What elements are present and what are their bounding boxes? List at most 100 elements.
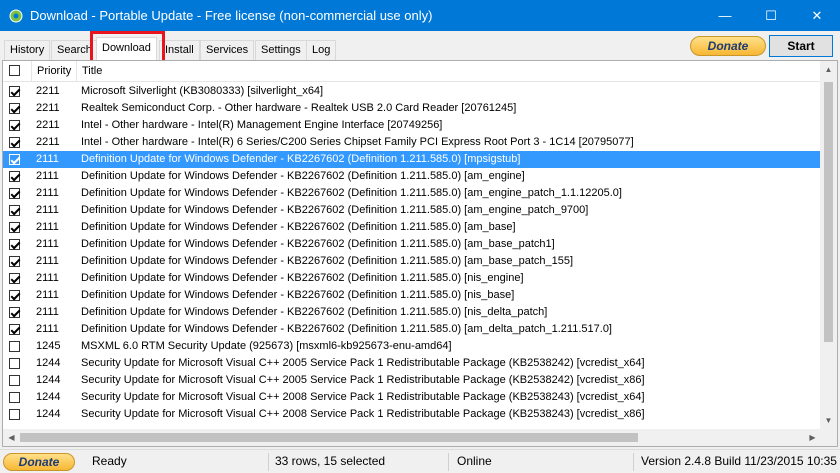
table-row[interactable]: 1244 Security Update for Microsoft Visual… — [3, 355, 821, 372]
table-row[interactable]: 2111 Definition Update for Windows Defend… — [3, 253, 821, 270]
row-title: Intel - Other hardware - Intel(R) 6 Seri… — [81, 136, 634, 148]
table-row[interactable]: 2111 Definition Update for Windows Defend… — [3, 270, 821, 287]
minimize-button[interactable]: — — [702, 0, 748, 31]
row-checkbox[interactable] — [9, 273, 20, 284]
row-checkbox-cell — [9, 103, 20, 117]
row-title: Security Update for Microsoft Visual C++… — [81, 408, 645, 420]
table-row[interactable]: 2111 Definition Update for Windows Defend… — [3, 202, 821, 219]
row-checkbox-cell — [9, 392, 20, 406]
row-checkbox[interactable] — [9, 154, 20, 165]
row-checkbox[interactable] — [9, 307, 20, 318]
row-checkbox[interactable] — [9, 188, 20, 199]
row-checkbox[interactable] — [9, 239, 20, 250]
row-title: Security Update for Microsoft Visual C++… — [81, 357, 645, 369]
table-row[interactable]: 2211 Intel - Other hardware - Intel(R) 6 … — [3, 134, 821, 151]
horizontal-scrollbar[interactable]: ◀ ▶ — [3, 429, 821, 446]
horizontal-scroll-thumb[interactable] — [20, 433, 638, 442]
row-priority: 2111 — [36, 187, 59, 199]
table-row[interactable]: 1244 Security Update for Microsoft Visual… — [3, 406, 821, 423]
row-checkbox[interactable] — [9, 256, 20, 267]
row-priority: 2211 — [36, 136, 60, 148]
status-rows-info: 33 rows, 15 selected — [275, 454, 386, 468]
row-checkbox[interactable] — [9, 171, 20, 182]
row-title: Intel - Other hardware - Intel(R) Manage… — [81, 119, 443, 131]
table-row[interactable]: 2111 Definition Update for Windows Defend… — [3, 151, 821, 168]
tab-settings[interactable]: Settings — [255, 40, 307, 60]
title-bar: Download - Portable Update - Free licens… — [0, 0, 840, 31]
row-checkbox[interactable] — [9, 86, 20, 97]
scroll-down-icon[interactable]: ▼ — [820, 412, 837, 429]
tab-search[interactable]: Search — [51, 40, 98, 60]
scroll-up-icon[interactable]: ▲ — [820, 61, 837, 78]
tab-download[interactable]: Download — [96, 37, 157, 60]
row-title: Definition Update for Windows Defender -… — [81, 221, 516, 233]
table-row[interactable]: 2211 Intel - Other hardware - Intel(R) Ma… — [3, 117, 821, 134]
row-checkbox[interactable] — [9, 290, 20, 301]
row-checkbox[interactable] — [9, 222, 20, 233]
row-checkbox-cell — [9, 188, 20, 202]
row-priority: 2211 — [36, 102, 60, 114]
row-checkbox[interactable] — [9, 392, 20, 403]
vertical-scroll-thumb[interactable] — [824, 82, 833, 342]
scroll-left-icon[interactable]: ◀ — [3, 429, 20, 446]
row-checkbox-cell — [9, 324, 20, 338]
row-checkbox[interactable] — [9, 103, 20, 114]
row-priority: 2111 — [36, 272, 59, 284]
row-checkbox-cell — [9, 358, 20, 372]
row-priority: 2111 — [36, 153, 59, 165]
row-priority: 2111 — [36, 204, 59, 216]
table-row[interactable]: 1244 Security Update for Microsoft Visual… — [3, 389, 821, 406]
tab-history[interactable]: History — [4, 40, 51, 60]
row-checkbox[interactable] — [9, 137, 20, 148]
donate-button[interactable]: Donate — [690, 36, 766, 56]
row-checkbox-cell — [9, 86, 20, 100]
row-title: Definition Update for Windows Defender -… — [81, 187, 622, 199]
table-row[interactable]: 1244 Security Update for Microsoft Visual… — [3, 372, 821, 389]
row-checkbox[interactable] — [9, 120, 20, 131]
table-row[interactable]: 2111 Definition Update for Windows Defend… — [3, 304, 821, 321]
row-priority: 1244 — [36, 391, 61, 403]
table-row[interactable]: 2111 Definition Update for Windows Defend… — [3, 219, 821, 236]
start-button[interactable]: Start — [769, 35, 833, 57]
tab-log[interactable]: Log — [306, 40, 337, 60]
row-priority: 2111 — [36, 238, 59, 250]
table-row[interactable]: 2211 Realtek Semiconduct Corp. - Other ha… — [3, 100, 821, 117]
row-checkbox[interactable] — [9, 409, 20, 420]
scroll-right-icon[interactable]: ▶ — [804, 429, 821, 446]
row-title: Security Update for Microsoft Visual C++… — [81, 391, 645, 403]
row-checkbox[interactable] — [9, 205, 20, 216]
status-bar: Donate Ready 33 rows, 15 selected Online… — [0, 449, 840, 473]
column-priority[interactable]: Priority — [32, 61, 77, 82]
app-gear-icon — [9, 9, 23, 22]
select-all-checkbox[interactable] — [9, 65, 20, 76]
donate-status-button[interactable]: Donate — [3, 453, 75, 471]
row-checkbox-cell — [9, 154, 20, 168]
table-row[interactable]: 2211 Microsoft Silverlight (KB3080333) [s… — [3, 83, 821, 100]
row-checkbox-cell — [9, 290, 20, 304]
table-row[interactable]: 2111 Definition Update for Windows Defend… — [3, 236, 821, 253]
row-priority: 2111 — [36, 255, 59, 267]
status-separator — [448, 453, 449, 471]
row-checkbox[interactable] — [9, 341, 20, 352]
row-title: Definition Update for Windows Defender -… — [81, 272, 524, 284]
table-row[interactable]: 2111 Definition Update for Windows Defend… — [3, 321, 821, 338]
table-row[interactable]: 2111 Definition Update for Windows Defend… — [3, 287, 821, 304]
row-checkbox[interactable] — [9, 324, 20, 335]
row-checkbox[interactable] — [9, 375, 20, 386]
tab-install[interactable]: Install — [159, 40, 200, 60]
row-priority: 1245 — [36, 340, 61, 352]
table-row[interactable]: 2111 Definition Update for Windows Defend… — [3, 168, 821, 185]
row-priority: 2211 — [36, 85, 60, 97]
tab-services[interactable]: Services — [200, 40, 255, 60]
row-title: Definition Update for Windows Defender -… — [81, 238, 555, 250]
table-row[interactable]: 2111 Definition Update for Windows Defend… — [3, 185, 821, 202]
row-checkbox[interactable] — [9, 358, 20, 369]
table-row[interactable]: 1245 MSXML 6.0 RTM Security Update (92567… — [3, 338, 821, 355]
vertical-scrollbar[interactable]: ▲ ▼ — [820, 61, 837, 429]
row-priority: 2111 — [36, 323, 59, 335]
maximize-button[interactable]: ☐ — [748, 0, 794, 31]
column-title[interactable]: Title — [77, 61, 821, 82]
list-header: Priority Title — [3, 61, 821, 82]
close-button[interactable]: ✕ — [794, 0, 840, 31]
row-title: MSXML 6.0 RTM Security Update (925673) [… — [81, 340, 452, 352]
